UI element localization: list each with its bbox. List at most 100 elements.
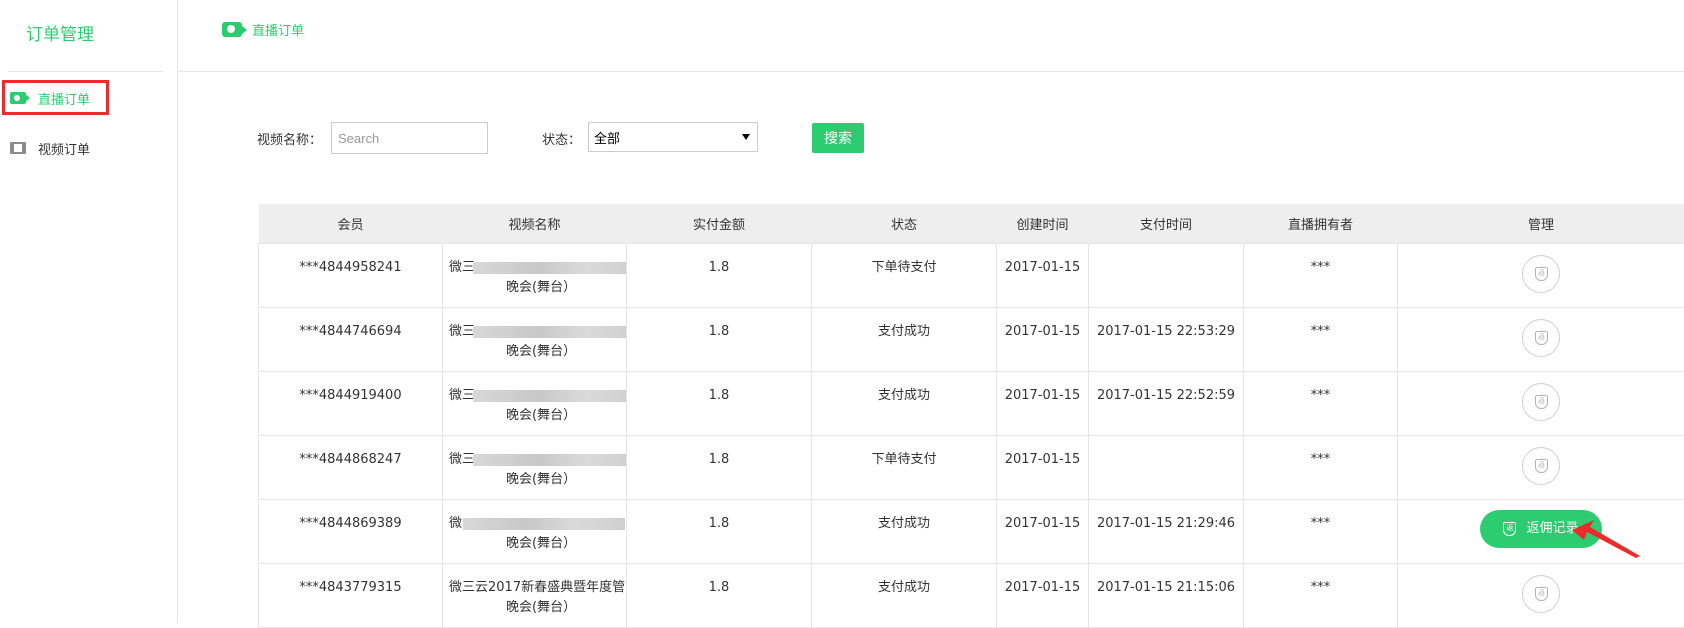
member-cell: ***4844868247 xyxy=(259,435,443,499)
arrow-shape xyxy=(1572,520,1640,558)
sidebar-title: 订单管理 xyxy=(26,20,94,45)
shield-icon: 返 xyxy=(1535,459,1548,473)
member-cell: ***4843779315 xyxy=(259,563,443,627)
column-header-paid[interactable]: 支付时间 xyxy=(1089,204,1244,243)
table-row: ***4844746694 微三晚会(舞台） 1.8 支付成功 2017-01-… xyxy=(259,307,1684,371)
video-name-line: 晚会(舞台） xyxy=(449,534,626,554)
member-cell: ***4844869389 xyxy=(259,499,443,563)
manage-cell: 返 xyxy=(1398,371,1684,435)
status-label: 状态： xyxy=(542,129,581,148)
search-button[interactable]: 搜索 xyxy=(812,123,864,153)
annotation-arrow xyxy=(1572,518,1642,558)
video-name-cell: 微三晚会(舞台） xyxy=(443,243,627,307)
film-icon xyxy=(10,142,26,154)
video-name-line: 晚会(舞台） xyxy=(449,598,626,618)
video-name-label: 视频名称： xyxy=(257,129,322,148)
member-cell: ***4844919400 xyxy=(259,371,443,435)
member-cell: ***4844958241 xyxy=(259,243,443,307)
status-cell: 支付成功 xyxy=(812,371,997,435)
owner-cell: *** xyxy=(1244,435,1398,499)
column-header-video-name[interactable]: 视频名称 xyxy=(443,204,627,243)
manage-cell: 返 xyxy=(1398,243,1684,307)
video-camera-icon xyxy=(222,22,242,37)
shield-icon: 返 xyxy=(1535,267,1548,281)
status-cell: 下单待支付 xyxy=(812,435,997,499)
paid-cell: 2017-01-15 22:53:29 xyxy=(1089,307,1244,371)
video-name-line: 微三 xyxy=(449,260,475,275)
manage-cell: 返 xyxy=(1398,563,1684,627)
refund-button[interactable]: 返 xyxy=(1522,447,1560,485)
video-name-cell: 微晚会(舞台） xyxy=(443,499,627,563)
column-header-amount[interactable]: 实付金额 xyxy=(627,204,812,243)
amount-cell: 1.8 xyxy=(627,435,812,499)
status-cell: 支付成功 xyxy=(812,499,997,563)
search-input[interactable] xyxy=(331,122,488,154)
amount-cell: 1.8 xyxy=(627,243,812,307)
status-cell: 支付成功 xyxy=(812,307,997,371)
status-select[interactable]: 全部 xyxy=(588,122,758,152)
owner-cell: *** xyxy=(1244,307,1398,371)
table-row: ***4844919400 微三晚会(舞台） 1.8 支付成功 2017-01-… xyxy=(259,371,1684,435)
refund-button[interactable]: 返 xyxy=(1522,575,1560,613)
chevron-down-icon xyxy=(742,134,750,140)
blurred-text xyxy=(473,262,626,274)
refund-button[interactable]: 返 xyxy=(1522,383,1560,421)
video-name-line: 晚会(舞台） xyxy=(449,470,626,490)
created-cell: 2017-01-15 xyxy=(997,499,1089,563)
column-header-manage[interactable]: 管理 xyxy=(1398,204,1684,243)
refund-button[interactable]: 返 xyxy=(1522,255,1560,293)
owner-cell: *** xyxy=(1244,243,1398,307)
shield-icon: 返 xyxy=(1503,522,1516,536)
created-cell: 2017-01-15 xyxy=(997,435,1089,499)
page-header: 直播订单 xyxy=(178,0,1684,72)
shield-icon: 返 xyxy=(1535,395,1548,409)
video-name-line: 晚会(舞台） xyxy=(449,406,626,426)
paid-cell: 2017-01-15 22:52:59 xyxy=(1089,371,1244,435)
video-name-line: 晚会(舞台） xyxy=(449,278,626,298)
table-row: ***4844869389 微晚会(舞台） 1.8 支付成功 2017-01-1… xyxy=(259,499,1684,563)
video-name-line: 晚会(舞台） xyxy=(449,342,626,362)
amount-cell: 1.8 xyxy=(627,499,812,563)
created-cell: 2017-01-15 xyxy=(997,307,1089,371)
table-row: ***4844958241 微三晚会(舞台） 1.8 下单待支付 2017-01… xyxy=(259,243,1684,307)
column-header-status[interactable]: 状态 xyxy=(812,204,997,243)
video-name-line: 微三 xyxy=(449,452,475,467)
column-header-created[interactable]: 创建时间 xyxy=(997,204,1089,243)
sidebar: 订单管理 直播订单 视频订单 xyxy=(0,0,178,623)
owner-cell: *** xyxy=(1244,563,1398,627)
manage-cell: 返 xyxy=(1398,307,1684,371)
video-name-cell: 微三云2017新春盛典暨年度管谢晚会(舞台） xyxy=(443,563,627,627)
paid-cell: 2017-01-15 21:29:46 xyxy=(1089,499,1244,563)
blurred-text xyxy=(473,454,626,466)
sidebar-item-video-orders[interactable]: 视频订单 xyxy=(10,137,90,159)
created-cell: 2017-01-15 xyxy=(997,563,1089,627)
status-cell: 支付成功 xyxy=(812,563,997,627)
shield-icon: 返 xyxy=(1535,331,1548,345)
column-header-owner[interactable]: 直播拥有者 xyxy=(1244,204,1398,243)
created-cell: 2017-01-15 xyxy=(997,371,1089,435)
amount-cell: 1.8 xyxy=(627,307,812,371)
owner-cell: *** xyxy=(1244,499,1398,563)
video-name-line: 微三云2017新春盛典暨年度管谢 xyxy=(449,580,625,598)
column-header-member[interactable]: 会员 xyxy=(259,204,443,243)
page-title: 直播订单 xyxy=(222,20,304,39)
sidebar-item-label: 视频订单 xyxy=(38,139,90,158)
created-cell: 2017-01-15 xyxy=(997,243,1089,307)
amount-cell: 1.8 xyxy=(627,563,812,627)
page-title-label: 直播订单 xyxy=(252,20,304,39)
member-cell: ***4844746694 xyxy=(259,307,443,371)
orders-table: 会员 视频名称 实付金额 状态 创建时间 支付时间 直播拥有者 管理 ***48… xyxy=(258,204,1684,628)
video-name-cell: 微三晚会(舞台） xyxy=(443,307,627,371)
refund-button[interactable]: 返 xyxy=(1522,319,1560,357)
status-select-value: 全部 xyxy=(594,128,620,147)
video-name-line: 微三 xyxy=(449,324,475,339)
annotation-highlight-box xyxy=(2,80,109,115)
paid-cell: 2017-01-15 21:15:06 xyxy=(1089,563,1244,627)
owner-cell: *** xyxy=(1244,371,1398,435)
shield-icon: 返 xyxy=(1535,587,1548,601)
table-header-row: 会员 视频名称 实付金额 状态 创建时间 支付时间 直播拥有者 管理 xyxy=(259,204,1684,243)
video-name-line: 微三 xyxy=(449,388,475,403)
table-row: ***4844868247 微三晚会(舞台） 1.8 下单待支付 2017-01… xyxy=(259,435,1684,499)
video-name-cell: 微三晚会(舞台） xyxy=(443,435,627,499)
refund-record-label: 返佣记录 xyxy=(1526,519,1578,539)
